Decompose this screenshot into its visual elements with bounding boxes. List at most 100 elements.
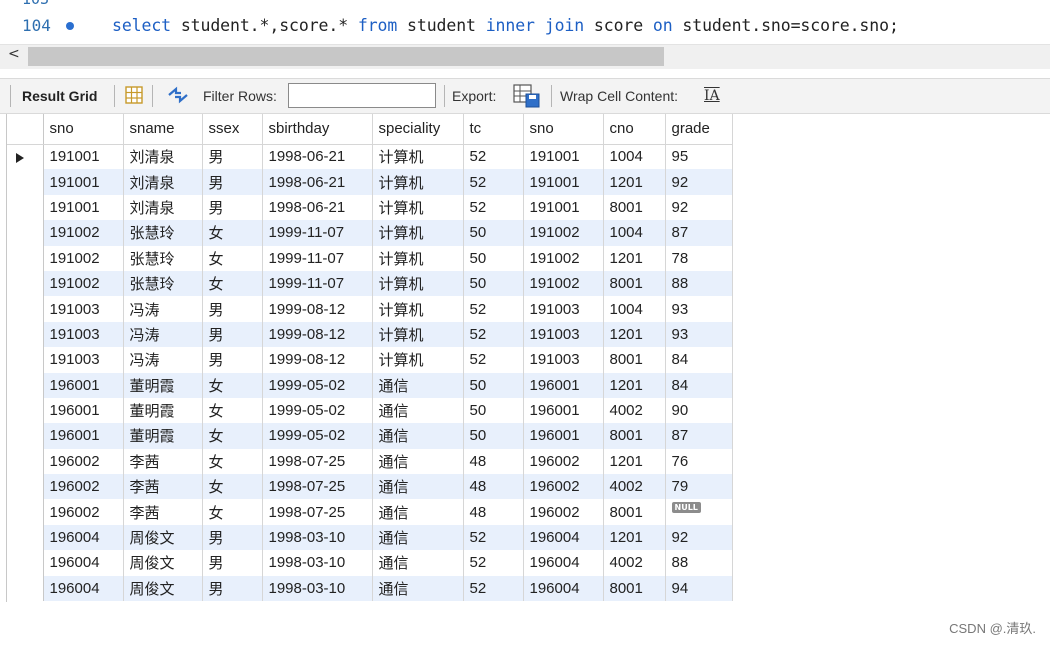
table-cell[interactable]: 1999-05-02 (262, 372, 373, 398)
row-indicator[interactable] (7, 194, 44, 221)
table-cell[interactable]: NULL (665, 499, 733, 525)
editor-horizontal-scrollbar[interactable]: < (0, 44, 1050, 69)
table-cell[interactable]: 191003 (43, 347, 124, 373)
table-cell[interactable]: 191003 (523, 321, 604, 348)
table-cell[interactable]: 张慧玲 (123, 220, 203, 246)
table-cell[interactable]: 男 (202, 194, 263, 221)
table-cell[interactable]: 1201 (603, 321, 666, 348)
table-cell[interactable]: 1004 (603, 220, 666, 246)
table-cell[interactable]: 1998-06-21 (262, 169, 373, 195)
table-cell[interactable]: 196001 (523, 372, 604, 398)
column-header[interactable]: cno (603, 114, 666, 145)
row-indicator[interactable] (7, 296, 44, 322)
table-cell[interactable]: 84 (665, 347, 733, 373)
table-cell[interactable]: 1998-07-25 (262, 474, 373, 500)
column-header[interactable]: speciality (372, 114, 464, 145)
table-cell[interactable]: 计算机 (372, 194, 464, 221)
table-cell[interactable]: 52 (463, 296, 524, 322)
row-indicator[interactable] (7, 347, 44, 373)
column-header[interactable]: sbirthday (262, 114, 373, 145)
table-cell[interactable]: 1999-11-07 (262, 220, 373, 246)
table-cell[interactable]: 周俊文 (123, 524, 203, 551)
table-cell[interactable]: 通信 (372, 575, 464, 602)
table-cell[interactable]: 88 (665, 270, 733, 297)
table-cell[interactable]: 191003 (523, 347, 604, 373)
table-cell[interactable]: 4002 (603, 397, 666, 424)
table-cell[interactable]: 男 (202, 144, 263, 170)
table-cell[interactable]: 8001 (603, 499, 666, 525)
column-header[interactable]: sno (43, 114, 124, 145)
table-row[interactable]: 191001 刘清泉男 1998-06-21 计算机 52 191001 1004 95 (7, 144, 733, 170)
table-row[interactable]: 196002 李茜女 1998-07-25 通信 48 196002 4002 79 (7, 474, 733, 500)
table-cell[interactable]: 1999-08-12 (262, 321, 373, 348)
table-cell[interactable]: 196004 (43, 524, 124, 551)
table-cell[interactable]: 4002 (603, 550, 666, 576)
table-cell[interactable]: 88 (665, 550, 733, 576)
table-cell[interactable]: 92 (665, 169, 733, 195)
table-row[interactable]: 196001 董明霞女 1999-05-02 通信 50 196001 8001 87 (7, 423, 733, 449)
table-cell[interactable]: 计算机 (372, 347, 464, 373)
table-cell[interactable]: 1999-08-12 (262, 296, 373, 322)
table-cell[interactable]: 1999-11-07 (262, 245, 373, 271)
table-cell[interactable]: 董明霞 (123, 397, 203, 424)
table-cell[interactable]: 196004 (523, 550, 604, 576)
column-header[interactable]: ssex (202, 114, 263, 145)
table-row[interactable]: 196004 周俊文男 1998-03-10 通信 52 196004 1201 92 (7, 524, 733, 551)
table-cell[interactable]: 通信 (372, 499, 464, 525)
table-cell[interactable]: 男 (202, 575, 263, 602)
table-cell[interactable]: 1998-03-10 (262, 524, 373, 551)
refresh-icon[interactable] (166, 86, 190, 104)
wrap-cell-content-icon[interactable]: IA (704, 88, 720, 104)
table-cell[interactable]: 1998-07-25 (262, 499, 373, 525)
table-cell[interactable]: 196001 (43, 423, 124, 449)
table-cell[interactable]: 196002 (43, 448, 124, 475)
table-cell[interactable]: 50 (463, 397, 524, 424)
table-cell[interactable]: 女 (202, 474, 263, 500)
table-cell[interactable]: 94 (665, 575, 733, 602)
export-icon[interactable] (513, 83, 541, 109)
table-cell[interactable]: 8001 (603, 270, 666, 297)
table-cell[interactable]: 张慧玲 (123, 245, 203, 271)
table-cell[interactable]: 女 (202, 448, 263, 475)
table-cell[interactable]: 87 (665, 423, 733, 449)
row-indicator[interactable] (7, 372, 44, 398)
column-header[interactable]: tc (463, 114, 524, 145)
table-cell[interactable]: 董明霞 (123, 423, 203, 449)
table-cell[interactable]: 48 (463, 499, 524, 525)
table-cell[interactable]: 李茜 (123, 499, 203, 525)
table-cell[interactable]: 男 (202, 550, 263, 576)
row-indicator[interactable] (7, 448, 44, 475)
row-indicator[interactable] (7, 397, 44, 424)
table-cell[interactable]: 计算机 (372, 169, 464, 195)
table-cell[interactable]: 196004 (43, 550, 124, 576)
table-cell[interactable]: 计算机 (372, 245, 464, 271)
table-cell[interactable]: 1201 (603, 372, 666, 398)
table-row[interactable]: 191003 冯涛男 1999-08-12 计算机 52 191003 1201 93 (7, 321, 733, 348)
table-cell[interactable]: 191003 (43, 296, 124, 322)
table-cell[interactable]: 50 (463, 220, 524, 246)
table-cell[interactable]: 92 (665, 194, 733, 221)
table-row[interactable]: 191003 冯涛男 1999-08-12 计算机 52 191003 8001 84 (7, 347, 733, 373)
sql-editor[interactable]: 103 104 select student.*,score.* from st… (0, 0, 1050, 44)
table-cell[interactable]: 1201 (603, 524, 666, 551)
scroll-left-arrow-icon[interactable]: < (8, 46, 20, 62)
table-cell[interactable]: 1999-05-02 (262, 397, 373, 424)
table-cell[interactable]: 李茜 (123, 474, 203, 500)
table-cell[interactable]: 刘清泉 (123, 194, 203, 221)
table-cell[interactable]: 女 (202, 270, 263, 297)
table-cell[interactable]: 张慧玲 (123, 270, 203, 297)
table-cell[interactable]: 冯涛 (123, 321, 203, 348)
result-grid-button[interactable]: Result Grid (22, 88, 97, 104)
grid-layout-icon[interactable] (125, 86, 143, 104)
table-cell[interactable]: 52 (463, 194, 524, 221)
filter-rows-input[interactable] (288, 83, 436, 108)
table-cell[interactable]: 93 (665, 321, 733, 348)
table-cell[interactable]: 1999-05-02 (262, 423, 373, 449)
table-cell[interactable]: 通信 (372, 397, 464, 424)
table-cell[interactable]: 52 (463, 169, 524, 195)
scrollbar-thumb[interactable] (28, 47, 664, 66)
table-cell[interactable]: 计算机 (372, 220, 464, 246)
table-cell[interactable]: 女 (202, 245, 263, 271)
table-cell[interactable]: 8001 (603, 194, 666, 221)
table-cell[interactable]: 196004 (523, 575, 604, 602)
